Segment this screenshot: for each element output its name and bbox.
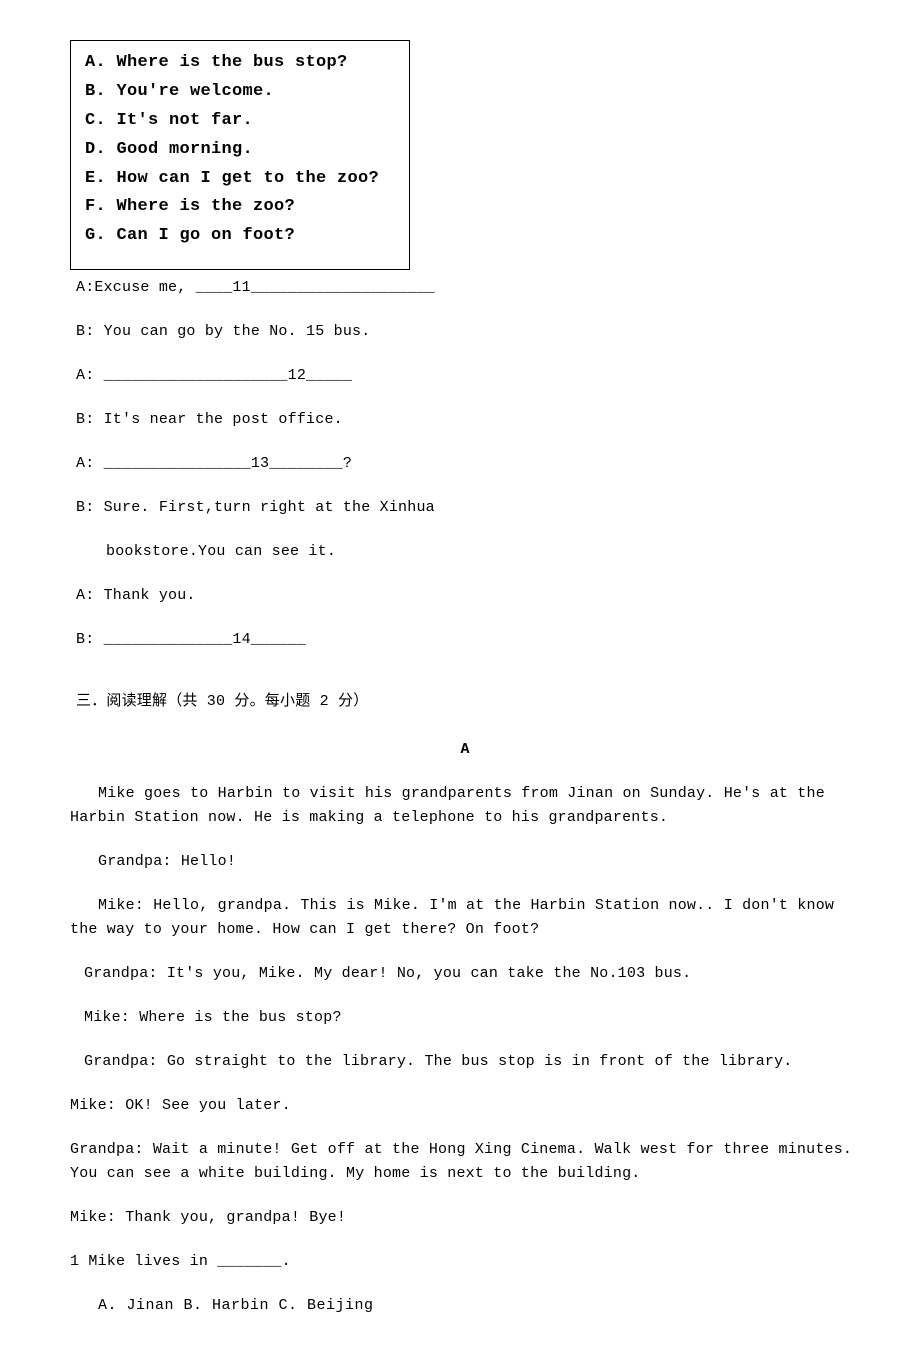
line-grandpa-4: Grandpa: Wait a minute! Get off at the H… bbox=[70, 1138, 860, 1186]
passage-label-a: A bbox=[70, 738, 860, 762]
dialog-line-b3: B: Sure. First,turn right at the Xinhua bbox=[70, 496, 860, 520]
dialog-line-b2: B: It's near the post office. bbox=[70, 408, 860, 432]
dialog-line-a4: A: Thank you. bbox=[70, 584, 860, 608]
section-title-reading: 三．阅读理解（共 30 分。每小题 2 分） bbox=[70, 690, 860, 714]
option-b: B. You're welcome. bbox=[85, 78, 395, 107]
question-1: 1 Mike lives in _______. bbox=[70, 1250, 860, 1274]
line-mike-4: Mike: Thank you, grandpa! Bye! bbox=[70, 1206, 860, 1230]
dialog-line-b1: B: You can go by the No. 15 bus. bbox=[70, 320, 860, 344]
line-mike-1: Mike: Hello, grandpa. This is Mike. I'm … bbox=[70, 894, 860, 942]
option-g: G. Can I go on foot? bbox=[85, 222, 395, 251]
option-e: E. How can I get to the zoo? bbox=[85, 165, 395, 194]
option-f: F. Where is the zoo? bbox=[85, 193, 395, 222]
reading-passage-a: Mike goes to Harbin to visit his grandpa… bbox=[70, 782, 860, 1230]
answer-options-box: A. Where is the bus stop? B. You're welc… bbox=[70, 40, 410, 270]
dialog-line-a2: A: ____________________12_____ bbox=[70, 364, 860, 388]
option-d: D. Good morning. bbox=[85, 136, 395, 165]
option-c: C. It's not far. bbox=[85, 107, 395, 136]
dialog-line-b4: B: ______________14______ bbox=[70, 628, 860, 652]
question-1-choices: A. Jinan B. Harbin C. Beijing bbox=[70, 1294, 860, 1318]
option-a: A. Where is the bus stop? bbox=[85, 49, 395, 78]
line-grandpa-2: Grandpa: It's you, Mike. My dear! No, yo… bbox=[70, 962, 860, 986]
line-grandpa-3: Grandpa: Go straight to the library. The… bbox=[70, 1050, 860, 1074]
dialog-line-b3-cont: bookstore.You can see it. bbox=[70, 540, 860, 564]
dialog-line-a1: A:Excuse me, ____11____________________ bbox=[70, 276, 860, 300]
line-grandpa-1: Grandpa: Hello! bbox=[70, 850, 860, 874]
line-mike-2: Mike: Where is the bus stop? bbox=[70, 1006, 860, 1030]
passage-intro: Mike goes to Harbin to visit his grandpa… bbox=[70, 782, 860, 830]
dialog-line-a3: A: ________________13________? bbox=[70, 452, 860, 476]
line-mike-3: Mike: OK! See you later. bbox=[70, 1094, 860, 1118]
